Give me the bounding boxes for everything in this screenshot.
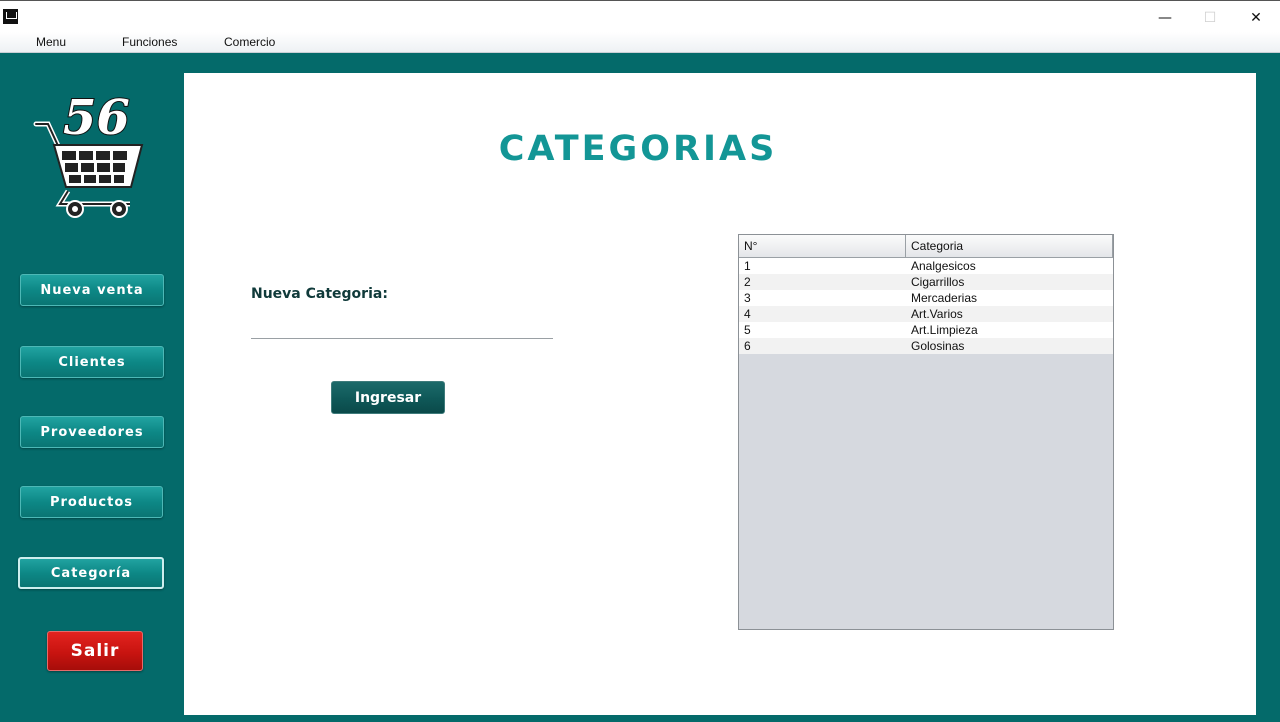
table-row[interactable]: 6 Golosinas	[739, 338, 1113, 354]
cell-number: 6	[744, 339, 751, 353]
page-title: CATEGORIAS	[498, 129, 778, 169]
table-row[interactable]: 2 Cigarrillos	[739, 274, 1113, 290]
proveedores-button[interactable]: Proveedores	[20, 416, 164, 448]
cell-number: 4	[744, 307, 751, 321]
categoria-button[interactable]: Categoría	[18, 557, 164, 589]
logo-number: 56	[63, 90, 130, 146]
store-logo: 56	[30, 88, 160, 223]
main-panel: CATEGORIAS Nueva Categoria: Ingresar N° …	[184, 73, 1256, 715]
productos-button[interactable]: Productos	[20, 486, 163, 518]
cell-number: 1	[744, 259, 751, 273]
cell-categoria: Golosinas	[911, 339, 965, 353]
cell-categoria: Art.Varios	[911, 307, 963, 321]
cell-number: 3	[744, 291, 751, 305]
table-row[interactable]: 1 Analgesicos	[739, 258, 1113, 274]
cell-categoria: Art.Limpieza	[911, 323, 978, 337]
cell-categoria: Cigarrillos	[911, 275, 965, 289]
menu-item-funciones[interactable]: Funciones	[122, 35, 177, 49]
table-header: N° Categoria	[739, 235, 1113, 258]
column-header-categoria[interactable]: Categoria	[906, 235, 1113, 257]
menu-bar: Menu Funciones Comercio	[0, 32, 1280, 53]
salir-button[interactable]: Salir	[47, 631, 143, 671]
menu-item-comercio[interactable]: Comercio	[224, 35, 275, 49]
nueva-venta-button[interactable]: Nueva venta	[20, 274, 164, 306]
cell-number: 2	[744, 275, 751, 289]
maximize-button[interactable]: ☐	[1187, 5, 1233, 31]
shopping-cart-icon: 56	[33, 89, 144, 218]
close-button[interactable]: ✕	[1233, 5, 1279, 31]
cell-categoria: Mercaderias	[911, 291, 978, 305]
categories-table[interactable]: N° Categoria 1 Analgesicos 2 Cigarrillos…	[738, 234, 1114, 630]
nueva-categoria-label: Nueva Categoria:	[251, 286, 388, 302]
clientes-button[interactable]: Clientes	[20, 346, 164, 378]
window-titlebar: — ☐ ✕	[0, 0, 1280, 32]
menu-item-menu[interactable]: Menu	[36, 35, 66, 49]
ingresar-button[interactable]: Ingresar	[331, 381, 445, 414]
minimize-button[interactable]: —	[1142, 5, 1188, 31]
cell-categoria: Analgesicos	[911, 259, 976, 273]
nueva-categoria-input[interactable]	[251, 317, 553, 339]
table-row[interactable]: 5 Art.Limpieza	[739, 322, 1113, 338]
table-row[interactable]: 3 Mercaderias	[739, 290, 1113, 306]
app-icon	[3, 9, 18, 24]
table-body: 1 Analgesicos 2 Cigarrillos 3 Mercaderia…	[739, 258, 1113, 354]
cell-number: 5	[744, 323, 751, 337]
column-header-number[interactable]: N°	[739, 235, 906, 257]
table-row[interactable]: 4 Art.Varios	[739, 306, 1113, 322]
